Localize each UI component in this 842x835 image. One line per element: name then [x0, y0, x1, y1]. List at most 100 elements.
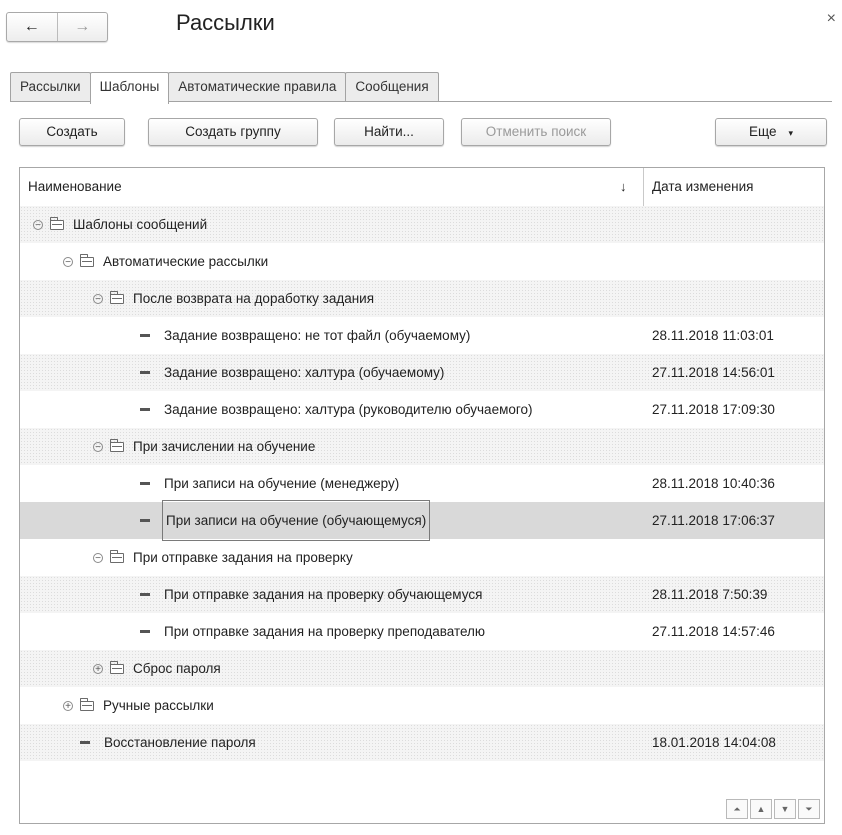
collapse-icon[interactable]: −	[63, 256, 73, 267]
row-name-label: Автоматические рассылки	[103, 254, 269, 269]
close-icon[interactable]: ×	[827, 10, 836, 28]
row-name-label: При зачислении на обучение	[133, 439, 316, 454]
templates-table: Наименование ↓ Дата изменения − Шаблоны с…	[19, 167, 825, 824]
template-item-icon	[140, 593, 150, 596]
table-header: Наименование ↓ Дата изменения	[20, 168, 824, 207]
row-name-label: Задание возвращено: халтура (руководител…	[164, 402, 533, 417]
name-cell: − При отправке задания на проверку	[93, 539, 353, 576]
table-row[interactable]: Задание возвращено: не тот файл (обучаем…	[20, 317, 824, 354]
tree-folder-row[interactable]: − При отправке задания на проверку	[20, 539, 824, 576]
cancel-search-button[interactable]: Отменить поиск	[461, 118, 611, 146]
collapse-icon[interactable]: −	[93, 293, 103, 304]
table-row[interactable]: Задание возвращено: халтура (руководител…	[20, 391, 824, 428]
name-cell: При отправке задания на проверку обучающ…	[140, 576, 482, 613]
row-name-label: После возврата на доработку задания	[133, 291, 375, 306]
row-name-label: При записи на обучение (менеджеру)	[164, 476, 400, 491]
date-cell: 28.11.2018 11:03:01	[652, 328, 774, 343]
row-name-label: При отправке задания на проверку	[133, 550, 353, 565]
date-cell: 18.01.2018 14:04:08	[652, 735, 776, 750]
row-name-label: При отправке задания на проверку препода…	[164, 624, 486, 639]
collapse-icon[interactable]: −	[93, 441, 103, 452]
template-item-icon	[140, 371, 150, 374]
row-name-label: При записи на обучение (обучающемуся)	[161, 500, 431, 541]
more-button[interactable]: Еще ▾	[715, 118, 827, 146]
name-cell: При записи на обучение (менеджеру)	[140, 465, 399, 502]
row-name-label: Восстановление пароля	[104, 735, 256, 750]
tree-folder-row[interactable]: + Сброс пароля	[20, 650, 824, 687]
more-label: Еще	[749, 124, 777, 139]
name-cell: − Автоматические рассылки	[63, 243, 268, 280]
row-name-label: Задание возвращено: халтура (обучаемому)	[164, 365, 445, 380]
scroll-first-icon[interactable]: ⏶	[726, 799, 748, 819]
table-row[interactable]: При записи на обучение (менеджеру) 28.11.…	[20, 465, 824, 502]
scroll-down-icon[interactable]: ▼	[774, 799, 796, 819]
tree-folder-row[interactable]: + Ручные рассылки	[20, 687, 824, 724]
date-cell: 27.11.2018 14:57:46	[652, 624, 775, 639]
date-cell: 28.11.2018 10:40:36	[652, 476, 775, 491]
table-row[interactable]: При отправке задания на проверку обучающ…	[20, 576, 824, 613]
template-item-icon	[140, 630, 150, 633]
row-name-label: Шаблоны сообщений	[73, 217, 208, 232]
name-cell: − При зачислении на обучение	[93, 428, 315, 465]
column-header-date[interactable]: Дата изменения	[652, 168, 753, 206]
tab-mailings[interactable]: Рассылки	[10, 72, 91, 101]
sort-descending-icon: ↓	[620, 179, 627, 194]
template-item-icon	[140, 482, 150, 485]
tab-templates[interactable]: Шаблоны	[89, 72, 170, 104]
create-button[interactable]: Создать	[19, 118, 125, 146]
forward-button[interactable]: →	[58, 13, 108, 41]
create-group-button[interactable]: Создать группу	[148, 118, 318, 146]
collapse-icon[interactable]: −	[33, 219, 43, 230]
folder-icon	[80, 697, 94, 711]
table-row[interactable]: Восстановление пароля 18.01.2018 14:04:08	[20, 724, 824, 761]
folder-icon	[110, 290, 124, 304]
row-name-label: Ручные рассылки	[103, 698, 214, 713]
table-row[interactable]: При записи на обучение (обучающемуся) 27.…	[20, 500, 824, 541]
table-body: − Шаблоны сообщений − Автоматические рассыл…	[20, 206, 824, 761]
tree-folder-row[interactable]: − После возврата на доработку задания	[20, 280, 824, 317]
name-cell: Задание возвращено: не тот файл (обучаем…	[140, 317, 470, 354]
tree-folder-row[interactable]: − Автоматические рассылки	[20, 243, 824, 280]
find-button[interactable]: Найти...	[334, 118, 444, 146]
arrow-right-icon: →	[74, 18, 91, 35]
navigation-buttons: ← →	[6, 12, 108, 42]
tree-folder-row[interactable]: − Шаблоны сообщений	[20, 206, 824, 243]
tab-messages[interactable]: Сообщения	[345, 72, 439, 101]
name-cell: + Сброс пароля	[93, 650, 221, 687]
row-name-label: При отправке задания на проверку обучающ…	[164, 587, 483, 602]
folder-icon	[80, 253, 94, 267]
folder-icon	[50, 216, 64, 230]
template-item-icon	[140, 408, 150, 411]
name-cell: Задание возвращено: халтура (обучаемому)	[140, 354, 444, 391]
tree-folder-row[interactable]: − При зачислении на обучение	[20, 428, 824, 465]
column-divider[interactable]	[643, 168, 644, 206]
window-title: Рассылки	[176, 10, 275, 35]
template-item-icon	[140, 334, 150, 337]
name-cell: − Шаблоны сообщений	[33, 206, 207, 243]
tab-bar: Рассылки Шаблоны Автоматические правила …	[10, 72, 439, 104]
back-button[interactable]: ←	[7, 13, 58, 41]
column-header-name[interactable]: Наименование	[28, 168, 122, 206]
collapse-icon[interactable]: −	[93, 552, 103, 563]
table-row[interactable]: Задание возвращено: халтура (обучаемому)…	[20, 354, 824, 391]
expand-icon[interactable]: +	[63, 700, 73, 711]
folder-icon	[110, 549, 124, 563]
name-cell: + Ручные рассылки	[63, 687, 214, 724]
scroll-navigation: ⏶ ▲ ▼ ⏷	[724, 799, 820, 819]
tab-automatic-rules[interactable]: Автоматические правила	[168, 72, 347, 101]
arrow-left-icon: ←	[23, 18, 40, 35]
row-name-label: Сброс пароля	[133, 661, 221, 676]
toolbar: Создать Создать группу Найти... Отменить…	[19, 118, 832, 146]
scroll-last-icon[interactable]: ⏷	[798, 799, 820, 819]
name-cell: При записи на обучение (обучающемуся)	[140, 500, 431, 541]
name-cell: Восстановление пароля	[80, 724, 256, 761]
date-cell: 27.11.2018 17:09:30	[652, 402, 775, 417]
scroll-up-icon[interactable]: ▲	[750, 799, 772, 819]
date-cell: 28.11.2018 7:50:39	[652, 587, 768, 602]
row-name-label: Задание возвращено: не тот файл (обучаем…	[164, 328, 471, 343]
name-cell: При отправке задания на проверку препода…	[140, 613, 485, 650]
date-cell: 27.11.2018 14:56:01	[652, 365, 775, 380]
table-row[interactable]: При отправке задания на проверку препода…	[20, 613, 824, 650]
chevron-down-icon: ▾	[788, 128, 793, 138]
expand-icon[interactable]: +	[93, 663, 103, 674]
